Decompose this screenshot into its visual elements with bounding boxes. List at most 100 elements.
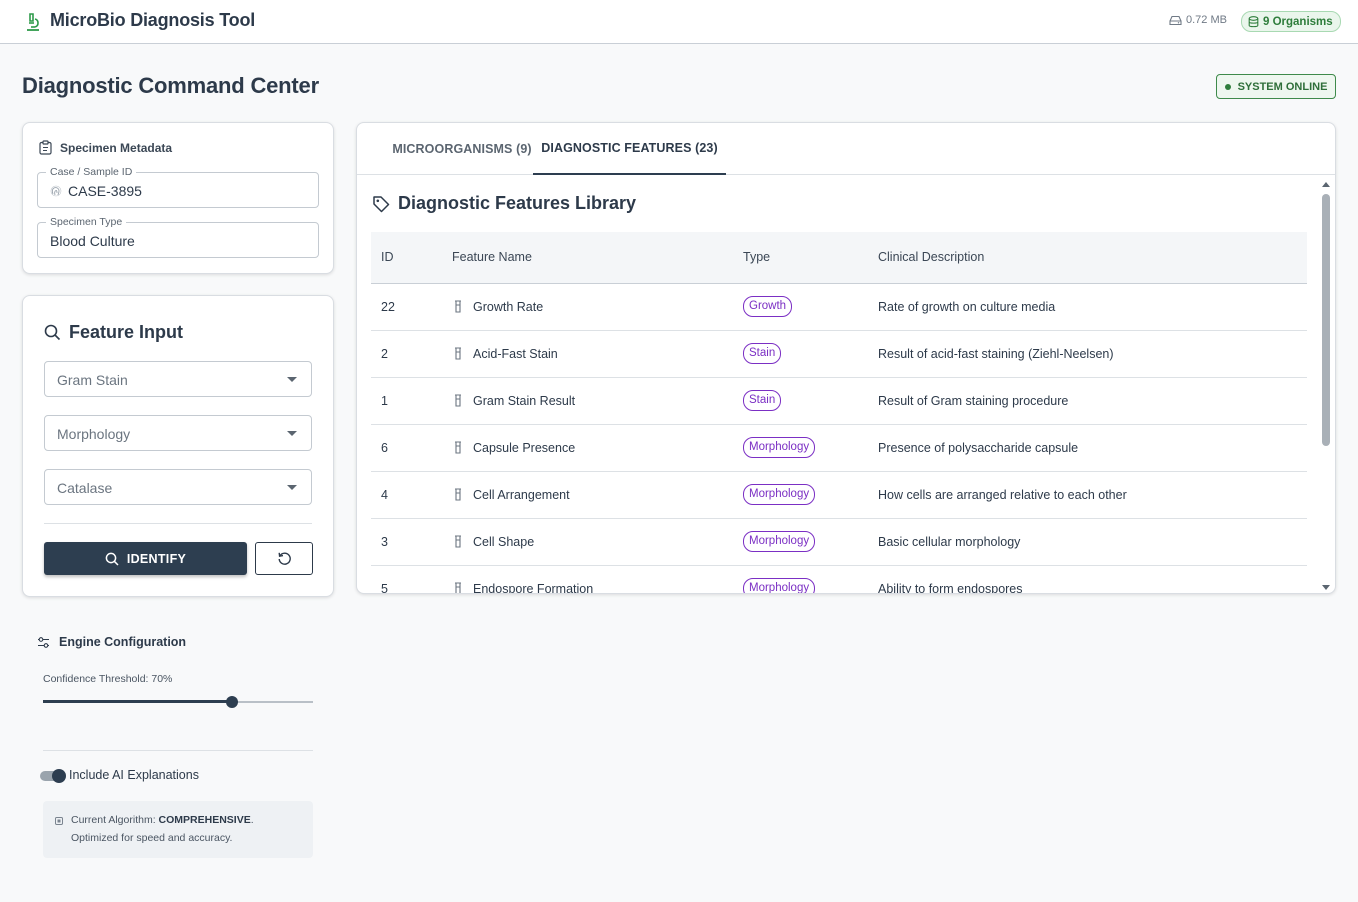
algorithm-line: Current Algorithm: COMPREHENSIVE. xyxy=(71,814,254,826)
scroll-down-icon[interactable] xyxy=(1322,585,1330,590)
table-row[interactable]: 6 Capsule Presence Morphology Presence o… xyxy=(371,424,1307,472)
divider xyxy=(44,523,312,524)
identify-button[interactable]: IDENTIFY xyxy=(44,542,247,575)
specimen-type-field[interactable]: Specimen Type Blood Culture xyxy=(37,216,319,258)
column-header-id[interactable]: ID xyxy=(371,232,442,284)
database-icon xyxy=(1248,15,1259,27)
feature-name-wrap: Endospore Formation xyxy=(452,581,733,594)
feature-type-chip: Morphology xyxy=(743,484,816,505)
feature-name-wrap: Acid-Fast Stain xyxy=(452,347,733,361)
gram-stain-select[interactable]: Gram Stain xyxy=(44,361,312,397)
feature-name-wrap: Growth Rate xyxy=(452,300,733,314)
ai-explanations-toggle[interactable] xyxy=(40,768,66,784)
feature-type-chip: Morphology xyxy=(743,437,816,458)
feature-name-wrap: Cell Arrangement xyxy=(452,488,733,502)
feature-name-cell: Cell Arrangement xyxy=(442,471,733,519)
table-row[interactable]: 4 Cell Arrangement Morphology How cells … xyxy=(371,471,1307,519)
feature-id: 5 xyxy=(371,565,442,593)
feature-type-cell: Stain xyxy=(733,377,868,425)
specimen-metadata-title: Specimen Metadata xyxy=(60,140,173,155)
confidence-threshold-slider[interactable] xyxy=(43,693,313,711)
slider-fill xyxy=(43,700,232,703)
table-row[interactable]: 1 Gram Stain Result Stain Result of Gram… xyxy=(371,377,1307,425)
table-row[interactable]: 22 Growth Rate Growth Rate of growth on … xyxy=(371,283,1307,331)
specimen-metadata-card: Specimen Metadata Case / Sample ID CASE-… xyxy=(22,122,334,274)
feature-type-cell: Morphology xyxy=(733,565,868,593)
test-tube-icon xyxy=(455,300,461,313)
specimen-metadata-header: Specimen Metadata xyxy=(39,140,172,155)
confidence-threshold-label: Confidence Threshold: 70% xyxy=(43,673,173,685)
toggle-knob xyxy=(52,769,66,783)
feature-description: Basic cellular morphology xyxy=(868,518,1307,566)
table-row[interactable]: 5 Endospore Formation Morphology Ability… xyxy=(371,565,1307,593)
scroll-up-icon[interactable] xyxy=(1322,182,1330,187)
engine-configuration-header: Engine Configuration xyxy=(37,635,186,649)
table-row[interactable]: 3 Cell Shape Morphology Basic cellular m… xyxy=(371,518,1307,566)
feature-description: Rate of growth on culture media xyxy=(868,283,1307,331)
algorithm-info-box: Current Algorithm: COMPREHENSIVE. Optimi… xyxy=(43,801,313,858)
feature-id: 3 xyxy=(371,518,442,566)
feature-name-cell: Capsule Presence xyxy=(442,424,733,472)
feature-type-cell: Morphology xyxy=(733,518,868,566)
column-header-type[interactable]: Type xyxy=(733,232,868,284)
app-title: MicroBio Diagnosis Tool xyxy=(50,10,256,30)
search-icon xyxy=(105,552,119,566)
top-bar: MicroBio Diagnosis Tool 0.72 MB 9 Organi… xyxy=(0,0,1358,44)
ai-explanations-label: Include AI Explanations xyxy=(69,768,199,782)
chevron-down-icon xyxy=(287,431,297,436)
features-table-container[interactable]: ID Feature Name Type Clinical Descriptio… xyxy=(371,232,1307,593)
tag-icon xyxy=(373,195,390,212)
algorithm-description: Optimized for speed and accuracy. xyxy=(71,832,233,844)
status-dot-icon xyxy=(1224,83,1231,90)
feature-description: Result of acid-fast staining (Ziehl-Neel… xyxy=(868,330,1307,378)
feature-id: 1 xyxy=(371,377,442,425)
table-scrollbar[interactable] xyxy=(1320,179,1332,593)
tab-microorganisms[interactable]: MICROORGANISMS (9) xyxy=(374,123,550,175)
test-tube-icon xyxy=(455,535,461,548)
feature-name-wrap: Gram Stain Result xyxy=(452,394,733,408)
feature-type-cell: Morphology xyxy=(733,424,868,472)
features-table: ID Feature Name Type Clinical Descriptio… xyxy=(371,232,1307,593)
status-text: SYSTEM ONLINE xyxy=(1237,80,1328,93)
clipboard-icon xyxy=(39,140,52,155)
slider-thumb[interactable] xyxy=(226,696,238,708)
feature-name: Endospore Formation xyxy=(473,581,594,594)
case-id-value: CASE-3895 xyxy=(68,183,142,199)
feature-description: Ability to form endospores xyxy=(868,565,1307,593)
feature-name: Growth Rate xyxy=(473,299,544,314)
column-header-description[interactable]: Clinical Description xyxy=(868,232,1307,284)
reset-button[interactable] xyxy=(255,542,313,575)
case-id-field[interactable]: Case / Sample ID CASE-3895 xyxy=(37,166,319,208)
feature-input-card: Feature Input Gram Stain Morphology Cata… xyxy=(22,295,334,597)
feature-name-cell: Growth Rate xyxy=(442,283,733,331)
algorithm-name: COMPREHENSIVE xyxy=(158,814,251,826)
tab-diagnostic-features[interactable]: DIAGNOSTIC FEATURES (23) xyxy=(533,123,726,175)
feature-type-chip: Stain xyxy=(743,343,782,364)
column-header-feature-name[interactable]: Feature Name xyxy=(442,232,733,284)
scrollbar-thumb[interactable] xyxy=(1322,194,1330,446)
catalase-select[interactable]: Catalase xyxy=(44,469,312,505)
case-id-value-wrap: CASE-3895 xyxy=(50,183,142,199)
organisms-count: 9 Organisms xyxy=(1263,15,1333,28)
fingerprint-icon xyxy=(50,185,62,197)
library-header: Diagnostic Features Library xyxy=(372,193,636,214)
feature-id: 22 xyxy=(371,283,442,331)
sliders-icon xyxy=(38,636,49,648)
feature-id: 6 xyxy=(371,424,442,472)
feature-id: 2 xyxy=(371,330,442,378)
library-title: Diagnostic Features Library xyxy=(398,193,637,213)
feature-type-cell: Morphology xyxy=(733,471,868,519)
table-row[interactable]: 2 Acid-Fast Stain Stain Result of acid-f… xyxy=(371,330,1307,378)
feature-id: 4 xyxy=(371,471,442,519)
gram-stain-select-value: Gram Stain xyxy=(57,372,128,388)
feature-type-chip: Morphology xyxy=(743,531,816,552)
organisms-badge: 9 Organisms xyxy=(1241,11,1341,32)
morphology-select[interactable]: Morphology xyxy=(44,415,312,451)
test-tube-icon xyxy=(455,394,461,407)
test-tube-icon xyxy=(455,441,461,454)
feature-name: Capsule Presence xyxy=(473,440,576,455)
feature-name-cell: Acid-Fast Stain xyxy=(442,330,733,378)
system-status-badge: SYSTEM ONLINE xyxy=(1216,74,1336,99)
feature-type-cell: Growth xyxy=(733,283,868,331)
feature-name-wrap: Cell Shape xyxy=(452,535,733,549)
